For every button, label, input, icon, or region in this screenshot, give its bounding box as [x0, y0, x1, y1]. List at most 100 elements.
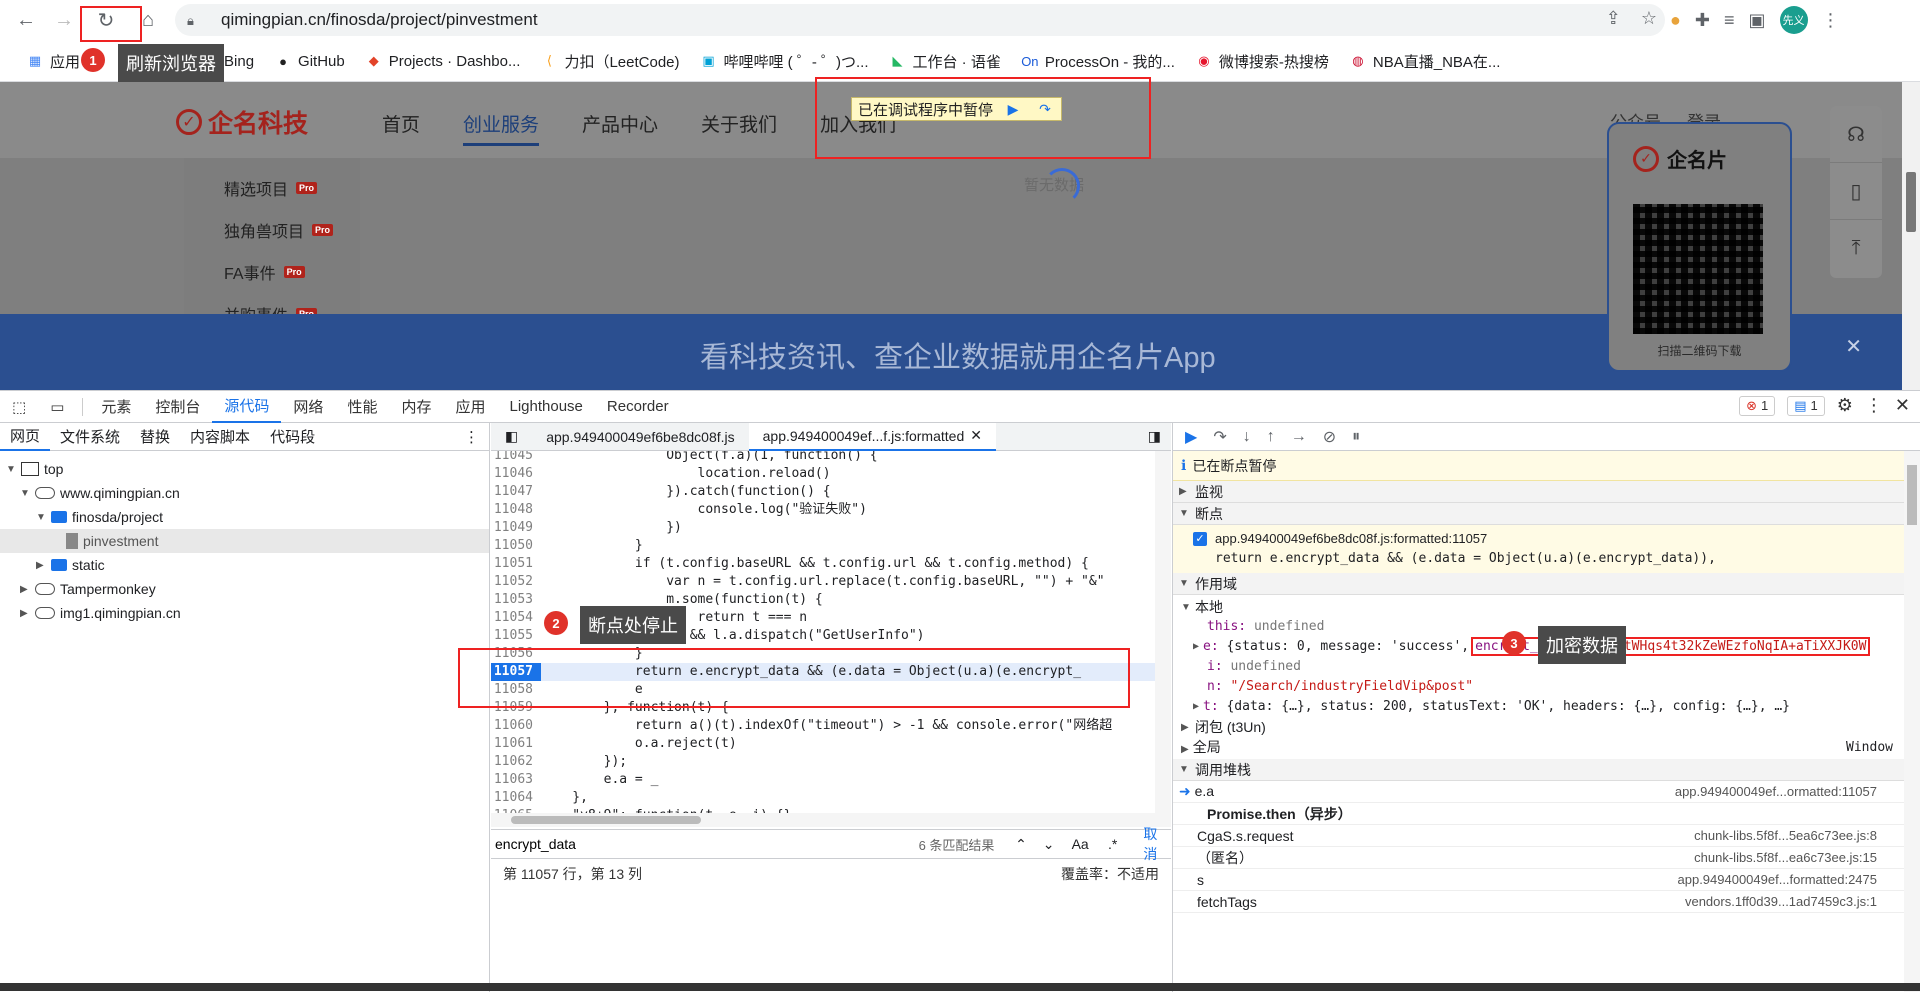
tab-console[interactable]: 控制台	[143, 391, 212, 423]
nav-tab-page[interactable]: 网页	[0, 423, 51, 451]
more-options-icon[interactable]: ⋮	[1865, 395, 1883, 416]
error-count-badge[interactable]: ⊗ 1	[1739, 395, 1776, 416]
inspect-element-icon[interactable]: ⬚	[0, 391, 38, 423]
tab-performance[interactable]: 性能	[335, 391, 389, 423]
line-number[interactable]: 11060	[491, 717, 541, 735]
section-watch[interactable]: ▶ 监视	[1173, 481, 1905, 503]
menu-unicorn[interactable]: 独角兽项目 Pro	[224, 218, 334, 242]
line-number[interactable]: 11064	[491, 789, 541, 807]
search-prev-icon[interactable]: ⌃	[1007, 836, 1035, 853]
callstack-frame[interactable]: CgaS.s.request chunk-libs.5f8f...5ea6c73e…	[1173, 825, 1905, 847]
nav-tab-snippets[interactable]: 代码段	[260, 423, 325, 451]
step-into-icon[interactable]: ↓	[1243, 428, 1251, 446]
tree-item-top[interactable]: ▼ top	[0, 457, 489, 481]
tree-item-tampermonkey[interactable]: ▶ Tampermonkey	[0, 577, 489, 601]
nav-more-icon[interactable]: ⋮	[464, 428, 489, 446]
debugger-scrollbar[interactable]	[1904, 451, 1920, 992]
line-number[interactable]: 11048	[491, 501, 541, 519]
line-number[interactable]: 11051	[491, 555, 541, 573]
bookmark-item[interactable]: ◣ 工作台 · 语雀	[879, 51, 1011, 72]
callstack-frame[interactable]: Promise.then（异步）	[1173, 803, 1905, 825]
section-callstack[interactable]: ▼ 调用堆栈	[1173, 759, 1905, 781]
line-number[interactable]: 11049	[491, 519, 541, 537]
nav-about[interactable]: 关于我们	[701, 110, 777, 146]
line-number[interactable]: 11053	[491, 591, 541, 609]
scope-local[interactable]: ▼ 本地	[1173, 597, 1905, 617]
breakpoint-checkbox[interactable]: ✓	[1193, 531, 1207, 546]
nav-home[interactable]: 首页	[382, 110, 420, 146]
device-toolbar-icon[interactable]: ▭	[38, 391, 76, 423]
bookmark-item[interactable]: ◍ NBA直播_NBA在...	[1339, 51, 1511, 72]
line-number[interactable]: 11055	[491, 627, 541, 645]
settings-gear-icon[interactable]: ⚙	[1837, 395, 1853, 416]
bookmark-item[interactable]: ◆ Projects · Dashbo...	[355, 52, 531, 70]
section-scope[interactable]: ▼ 作用域	[1173, 573, 1905, 595]
nav-tab-filesystem[interactable]: 文件系统	[50, 423, 130, 451]
media-control-icon[interactable]: ≡	[1724, 10, 1735, 31]
match-case-button[interactable]: Aa	[1062, 836, 1097, 852]
search-next-icon[interactable]: ⌄	[1035, 836, 1063, 853]
close-tab-icon[interactable]: ✕	[970, 427, 982, 444]
line-number[interactable]: 11054	[491, 609, 541, 627]
side-panel-icon[interactable]: ▣	[1748, 10, 1765, 31]
search-cancel-button[interactable]: 取消	[1143, 824, 1171, 864]
regex-button[interactable]: .*	[1098, 836, 1128, 852]
tab-application[interactable]: 应用	[443, 391, 497, 423]
code-scrollbar[interactable]	[1155, 451, 1171, 813]
tab-recorder[interactable]: Recorder	[595, 391, 681, 423]
tree-item-file[interactable]: pinvestment	[0, 529, 489, 553]
step-over-icon[interactable]: ↷	[1213, 427, 1226, 447]
scope-t[interactable]: ▶ t: {data: {…}, status: 200, statusText:…	[1173, 696, 1905, 716]
bookmark-item[interactable]: On ProcessOn - 我的...	[1011, 51, 1185, 72]
nav-startup-services[interactable]: 创业服务	[463, 110, 540, 146]
breakpoint-entry[interactable]: ✓ app.949400049ef6be8dc08f.js:formatted:…	[1173, 525, 1905, 573]
bookmark-item[interactable]: ● GitHub	[264, 52, 355, 70]
page-scrollbar[interactable]	[1902, 82, 1920, 390]
code-hscrollbar[interactable]	[491, 813, 1171, 827]
close-devtools-icon[interactable]: ✕	[1895, 395, 1910, 416]
line-number[interactable]: 11063	[491, 771, 541, 789]
tree-item-img[interactable]: ▶ img1.qimingpian.cn	[0, 601, 489, 625]
resume-icon[interactable]: ▶︎	[1185, 427, 1197, 447]
message-count-badge[interactable]: ▤ 1	[1787, 395, 1825, 416]
tab-lighthouse[interactable]: Lighthouse	[497, 391, 594, 423]
menu-fa[interactable]: FA事件 Pro	[224, 260, 305, 284]
address-bar[interactable]: 🔒︎ qimingpian.cn/finosda/project/pinvest…	[175, 4, 1665, 36]
step-icon[interactable]: →	[1291, 428, 1307, 446]
tab-elements[interactable]: 元素	[89, 391, 143, 423]
tab-network[interactable]: 网络	[281, 391, 335, 423]
bookmark-item[interactable]: ▣ 哔哩哔哩 ( ゜- ゜)つ...	[690, 51, 879, 72]
headset-icon[interactable]: ☊	[1830, 106, 1882, 163]
bookmark-item[interactable]: ⟨ 力扣（LeetCode)	[530, 51, 689, 72]
scope-global[interactable]: ▶ 全局 Window	[1173, 737, 1905, 757]
line-number[interactable]: 11062	[491, 753, 541, 771]
forward-arrow-icon[interactable]: →	[48, 4, 80, 36]
callstack-frame[interactable]: ➜ e.a app.949400049ef...ormatted:11057	[1173, 781, 1905, 803]
pause-on-exceptions-icon[interactable]: ⏸	[1352, 428, 1360, 446]
line-number[interactable]: 11047	[491, 483, 541, 501]
callstack-frame[interactable]: s app.949400049ef...formatted:2475	[1173, 869, 1905, 891]
site-logo[interactable]: ✓ 企名科技	[176, 104, 308, 140]
line-number[interactable]: 11046	[491, 465, 541, 483]
bookmark-star-icon[interactable]: ☆	[1641, 8, 1657, 29]
tree-item-folder[interactable]: ▼ finosda/project	[0, 505, 489, 529]
tab-memory[interactable]: 内存	[389, 391, 443, 423]
step-out-icon[interactable]: ↑	[1267, 428, 1275, 446]
line-number[interactable]: 11050	[491, 537, 541, 555]
puzzle-extensions-icon[interactable]: ✚	[1695, 10, 1710, 31]
editor-tab-source[interactable]: app.949400049ef6be8dc08f.js	[532, 423, 748, 451]
bookmark-item[interactable]: ◉ 微博搜索-热搜榜	[1185, 51, 1339, 72]
close-icon[interactable]: ✕	[1845, 334, 1862, 359]
nav-tab-content-scripts[interactable]: 内容脚本	[180, 423, 260, 451]
editor-tab-formatted[interactable]: app.949400049ef...f.js:formatted ✕	[748, 422, 996, 451]
line-number[interactable]: 11052	[491, 573, 541, 591]
tab-sources[interactable]: 源代码	[212, 391, 282, 423]
menu-kebab-icon[interactable]: ⋮	[1822, 10, 1840, 31]
extension-icon[interactable]: ●	[1670, 10, 1681, 31]
toggle-navigator-icon[interactable]: ◧	[491, 423, 532, 451]
bookmark-item[interactable]: ▦ 应用	[16, 51, 90, 72]
back-to-top-icon[interactable]: ⤒	[1830, 220, 1882, 277]
search-input[interactable]	[495, 832, 919, 856]
section-breakpoints[interactable]: ▼ 断点	[1173, 503, 1905, 525]
nav-tab-overrides[interactable]: 替换	[130, 423, 180, 451]
